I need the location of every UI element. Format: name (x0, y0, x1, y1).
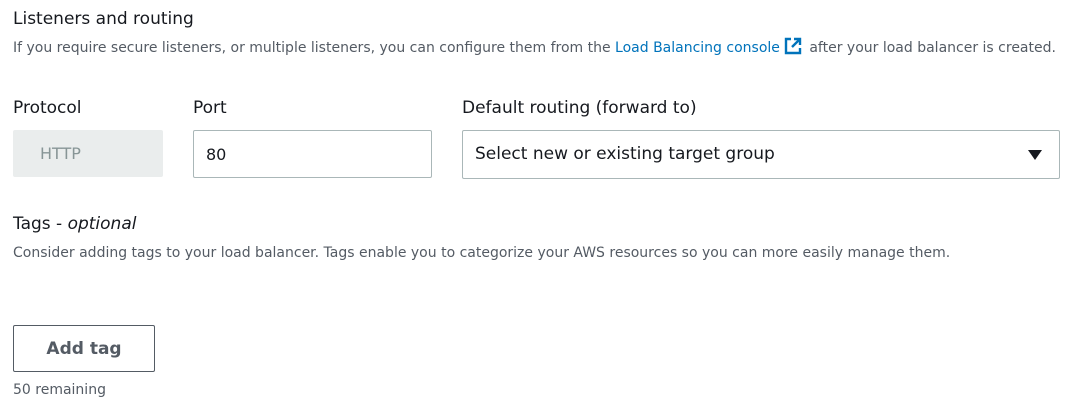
listeners-description: If you require secure listeners, or mult… (13, 37, 1063, 59)
tags-description: Consider adding tags to your load balanc… (13, 245, 951, 261)
tags-title-text: Tags - (13, 214, 68, 234)
tags-remaining-count: 50 remaining (13, 382, 106, 398)
protocol-label: Protocol (13, 98, 82, 118)
port-label: Port (193, 98, 227, 118)
port-input[interactable] (193, 130, 432, 178)
load-balancing-console-link[interactable]: Load Balancing console (615, 40, 780, 56)
caret-down-icon (1028, 150, 1042, 160)
default-routing-selected-value: Select new or existing target group (475, 144, 775, 164)
listeners-description-suffix: after your load balancer is created. (804, 40, 1056, 56)
protocol-field: HTTP (13, 130, 163, 177)
tags-title-optional: optional (67, 214, 137, 234)
default-routing-label: Default routing (forward to) (462, 98, 697, 118)
listeners-description-text: If you require secure listeners, or mult… (13, 40, 616, 56)
listeners-section-title: Listeners and routing (13, 9, 194, 29)
tags-section-title: Tags - optional (13, 213, 136, 235)
external-link-icon[interactable] (784, 37, 802, 55)
default-routing-select[interactable]: Select new or existing target group (462, 130, 1060, 179)
add-tag-button[interactable]: Add tag (13, 325, 155, 372)
